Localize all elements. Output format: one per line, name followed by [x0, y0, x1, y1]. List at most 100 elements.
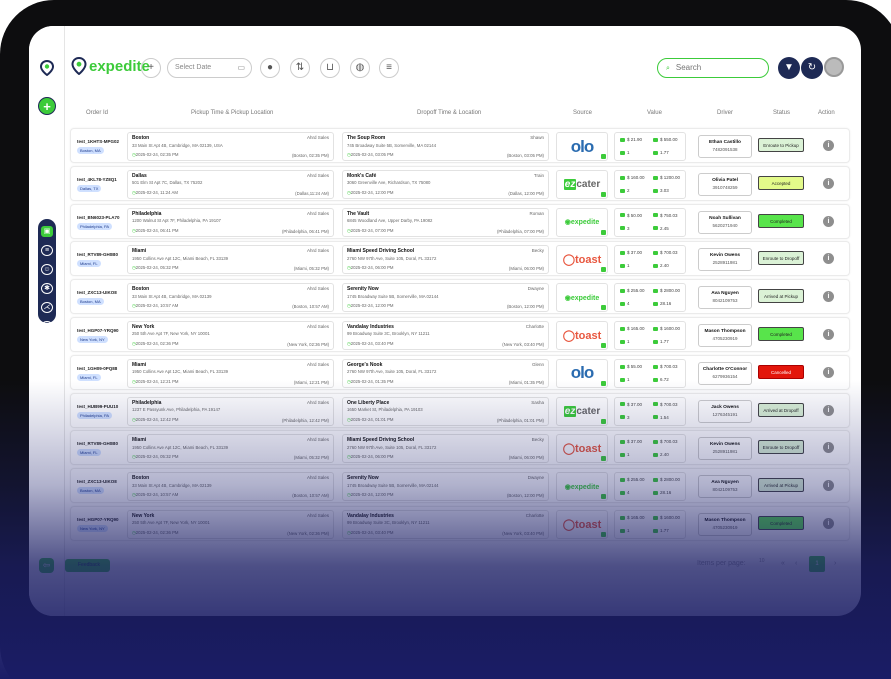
info-icon[interactable]: i	[823, 328, 834, 340]
add-icon[interactable]: +	[141, 58, 161, 78]
status-badge[interactable]: Accepted	[758, 175, 804, 190]
driver-cell[interactable]: Ava Nguyen 8042109753	[698, 475, 752, 499]
dropoff-time: 2025-02-24, 12:00 PM	[347, 303, 394, 309]
driver-cell[interactable]: Kevin Owens 2528911981	[698, 248, 752, 272]
table-row[interactable]: test_HGP07-YRQ90 New York, NY New York Ahrd…	[70, 505, 850, 541]
pickup-local-time: (Dallas,11:24 AM)	[295, 190, 329, 196]
table-row[interactable]: test_ZXC13-UIKO8 Boston, MA Boston Ahrd Sal…	[70, 468, 850, 504]
avatar[interactable]	[824, 57, 844, 77]
table-row[interactable]: test_HUB99-PUU10 Philadelphia, PA Philadel…	[70, 392, 850, 428]
driver-cell[interactable]: Charlotte O'Connor 6279936154	[698, 361, 752, 385]
info-icon[interactable]: i	[823, 215, 834, 227]
table-row[interactable]: test_ZXC13-UIKO8 Boston, MA Boston Ahrd Sal…	[70, 279, 850, 315]
brand[interactable]: expedite	[71, 57, 150, 75]
dropoff-name: Miami Speed Driving School	[347, 248, 415, 255]
order-id[interactable]: test_HGP07-YRQ90	[77, 328, 119, 333]
sidebar-item-billing-icon[interactable]: $	[41, 321, 53, 332]
box-icon	[620, 415, 625, 420]
driver-cell[interactable]: Jack Owens 1276345191	[698, 399, 752, 423]
order-id[interactable]: test_4KL78-YZ8Q1	[77, 177, 117, 182]
status-badge[interactable]: Completed	[758, 515, 804, 530]
search-input[interactable]	[675, 63, 756, 72]
table-row[interactable]: test_1KHTS-MPG02 Boston, MA Boston Ahrd Sal…	[70, 128, 850, 163]
order-id[interactable]: test_RTV89-GH0B0	[77, 441, 118, 446]
table-row[interactable]: test_HGP07-YRQ90 New York, NY New York Ahrd…	[70, 316, 850, 352]
sidebar-item-drivers-icon[interactable]: ☺	[41, 264, 53, 275]
box-icon	[620, 226, 625, 231]
sidebar-item-reports-icon[interactable]: ⋌	[41, 302, 53, 313]
driver-cell[interactable]: Ava Nguyen 8042109753	[698, 286, 752, 310]
funnel-filter-icon[interactable]: ▼	[778, 57, 800, 79]
filter-sliders-icon[interactable]: ≡	[379, 58, 399, 78]
driver-cell[interactable]: Ethan Castillo 7482091538	[698, 135, 752, 158]
table-row[interactable]: test_RTV89-GH0B0 Miami, FL Miami Ahrd Sales…	[70, 241, 850, 277]
pickup-local-time: (New York, 02:36 PM)	[287, 341, 329, 347]
status-badge[interactable]: Cancelled	[758, 364, 804, 379]
status-badge[interactable]: Enroute to Dropoff	[758, 251, 804, 266]
info-icon[interactable]: i	[823, 404, 834, 416]
status-badge[interactable]: Arrived at Pickup	[758, 478, 804, 493]
driver-cell[interactable]: Kevin Owens 2528911981	[698, 437, 752, 461]
items-per-page-label: Items per page:	[697, 560, 746, 567]
logout-icon[interactable]: ⇦	[39, 558, 54, 573]
feedback-button[interactable]: Feedback	[65, 559, 110, 572]
date-picker[interactable]: Select Date ▭	[167, 58, 252, 78]
info-icon[interactable]: i	[823, 291, 834, 303]
sidebar-item-settings-icon[interactable]: ✱	[41, 283, 53, 294]
prev-page-button[interactable]: ‹	[795, 560, 797, 567]
bug-icon[interactable]: ●	[260, 58, 280, 78]
expedite-logo: ◉expedite	[564, 219, 600, 227]
order-id[interactable]: test_1GH09-0PQ88	[77, 366, 117, 371]
status-badge[interactable]: Arrived at Dropoff	[758, 402, 804, 417]
order-id[interactable]: test_ZXC13-UIKO8	[77, 479, 117, 484]
table-row[interactable]: test_4KL78-YZ8Q1 Dallas, TX Dallas Ahrd Sal…	[70, 165, 850, 201]
status-badge[interactable]: Completed	[758, 326, 804, 341]
order-id[interactable]: test_HGP07-YRQ90	[77, 517, 119, 522]
driver-cell[interactable]: Olivia Patel 3910748259	[698, 172, 752, 196]
info-icon[interactable]: i	[823, 253, 834, 265]
pickup-time: 2025-02-24, 05:32 PM	[132, 454, 179, 460]
current-page-button[interactable]: 1	[809, 556, 825, 572]
table-row[interactable]: test_BN6023-PLA70 Philadelphia, PA Philade…	[70, 203, 850, 239]
order-id[interactable]: test_BN6023-PLA70	[77, 215, 120, 220]
sidebar-item-orders-icon[interactable]: ≡	[41, 245, 53, 256]
first-page-button[interactable]: «	[781, 560, 785, 567]
globe-icon[interactable]: ◍	[350, 58, 370, 78]
table-row[interactable]: test_1GH09-0PQ88 Miami, FL Miami Ahrd Sales…	[70, 354, 850, 390]
order-id[interactable]: test_HUB99-PUU10	[77, 404, 118, 409]
info-icon[interactable]: i	[823, 366, 834, 378]
status-badge[interactable]: Arrived at Pickup	[758, 289, 804, 304]
table-row[interactable]: test_RTV89-GH0B0 Miami, FL Miami Ahrd Sales…	[70, 430, 850, 466]
dropoff-address: 99 Broadway Suite 3C, Brooklyn, NY 11211	[347, 331, 430, 337]
sort-icon[interactable]: ⇅	[290, 58, 310, 78]
driver-cell[interactable]: Noah Sullivan 5620271940	[698, 210, 752, 234]
info-icon[interactable]: i	[823, 517, 834, 529]
order-id[interactable]: test_1KHTS-MPG02	[77, 139, 119, 144]
order-id[interactable]: test_RTV89-GH0B0	[77, 252, 118, 257]
status-badge[interactable]: Completed	[758, 213, 804, 228]
order-id[interactable]: test_ZXC13-UIKO8	[77, 290, 117, 295]
cart-icon[interactable]: ⊔	[320, 58, 340, 78]
driver-cell[interactable]: Mason Thompson 4705230919	[698, 323, 752, 347]
route-icon	[653, 150, 658, 155]
pickup-cell: New York Ahrd Sales 250 5th Ave Apt 7F, Ne…	[127, 320, 334, 350]
next-page-button[interactable]: ›	[834, 560, 836, 567]
info-icon[interactable]: i	[823, 480, 834, 492]
value-amount: $ 255.00	[620, 477, 645, 482]
ezcater-logo: ez cater	[563, 405, 601, 417]
driver-phone: 2528911981	[712, 449, 738, 455]
status-badge[interactable]: Enroute to Pickup	[758, 138, 804, 152]
add-order-button[interactable]: +	[38, 97, 56, 115]
refresh-icon[interactable]: ↻	[801, 57, 823, 79]
info-icon[interactable]: i	[823, 140, 834, 151]
info-icon[interactable]: i	[823, 177, 834, 189]
info-icon[interactable]: i	[823, 442, 834, 454]
driver-cell[interactable]: Mason Thompson 4705230919	[698, 512, 752, 536]
status-badge[interactable]: Enroute to Dropoff	[758, 440, 804, 455]
items-per-page-select[interactable]: 10	[759, 558, 769, 564]
value-total: $ 700.03	[653, 439, 678, 444]
col-dropoff: Dropoff Time & Location	[417, 110, 482, 116]
sidebar-item-deliveries-icon[interactable]: ▣	[41, 226, 53, 237]
dropoff-address: 1745 Broadway Suite 5B, Somerville, MA 0…	[347, 482, 439, 488]
search-box[interactable]: ⌕	[657, 58, 769, 78]
